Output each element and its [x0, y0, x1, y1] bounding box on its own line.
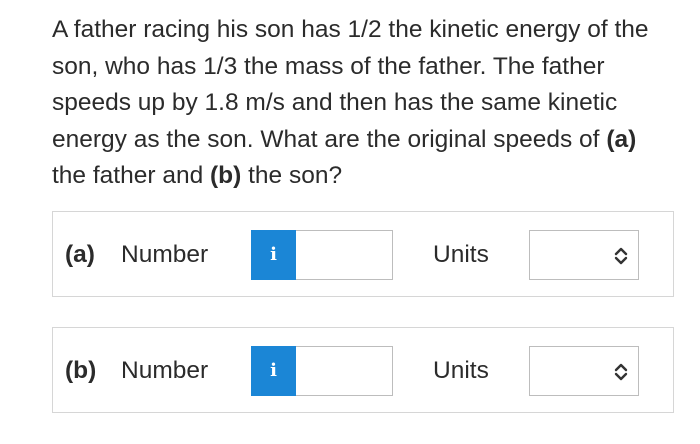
question-body-3: the son?	[241, 162, 343, 189]
units-select-a[interactable]	[529, 230, 639, 280]
question-part-b-ref: (b)	[210, 162, 242, 189]
number-label-b: Number	[121, 357, 209, 384]
question-body-2: the father and	[52, 162, 211, 189]
info-icon[interactable]: i	[251, 230, 296, 280]
question-body: A father racing his son has 1/2 the kine…	[52, 16, 649, 153]
units-select-b[interactable]	[529, 346, 639, 396]
number-input-b[interactable]	[296, 346, 393, 396]
chevron-updown-icon	[614, 247, 628, 265]
question-part-a-ref: (a)	[606, 125, 637, 153]
part-label-a: (a)	[65, 241, 95, 268]
units-label-b: Units	[433, 357, 489, 384]
number-input-a[interactable]	[296, 230, 393, 280]
part-label-b: (b)	[65, 357, 97, 384]
number-label-a: Number	[121, 241, 209, 268]
answer-row-a: (a) Number i Units	[52, 211, 674, 297]
info-icon[interactable]: i	[251, 346, 296, 396]
answer-row-b: (b) Number i Units	[52, 327, 674, 413]
units-label-a: Units	[433, 241, 489, 268]
question-text: A father racing his son has 1/2 the kine…	[52, 12, 672, 195]
chevron-updown-icon	[614, 363, 628, 381]
